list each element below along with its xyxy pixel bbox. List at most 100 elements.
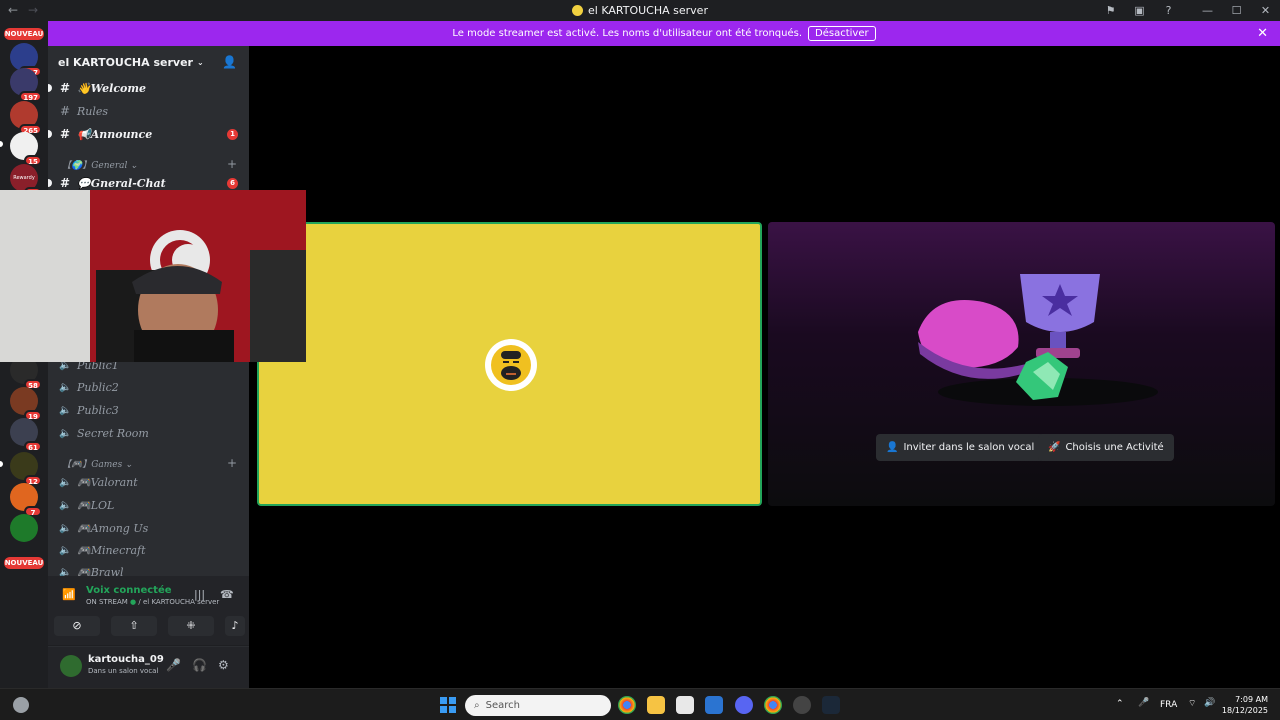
system-clock[interactable]: 7:09 AM 18/12/2025 [1222,694,1268,716]
invite-voice-button[interactable]: 👤 Inviter dans le salon vocal [876,434,1045,461]
server-icon-7[interactable]: 19 [10,387,42,421]
speaker-icon: 🔈 [59,404,72,416]
store-icon[interactable] [676,696,694,714]
disable-streamer-button[interactable]: Désactiver [808,26,876,41]
tray-chevron-up-icon[interactable]: ⌃ [1116,699,1124,709]
window-title: el KARTOUCHA server [0,4,1280,17]
title-bar-controls: ⚑ ▣ ? — ☐ ✕ [1096,0,1280,21]
server-icon-rewardy[interactable]: Rewardy5 [10,164,42,198]
voice-channel-valorant[interactable]: 🔈 🎮Valorant [48,472,249,492]
signal-icon[interactable]: 📶 [62,588,76,601]
mention-badge: 6 [227,177,238,189]
speaker-icon: 🔈 [59,476,72,488]
voice-channel-among-us[interactable]: 🔈 🎮Among Us [48,518,249,538]
server-icon-8[interactable]: 61 [10,418,42,452]
participant-avatar [485,339,537,391]
share-screen-button[interactable]: ⇧ [111,616,157,636]
windows-start-icon[interactable] [440,697,456,713]
channel-sidebar: el KARTOUCHA server ⌄ 👤 # 👋Welcome # Rul… [48,46,249,688]
webcam-feed-image [0,190,306,362]
minimize-button[interactable]: — [1193,4,1222,17]
headphones-icon[interactable]: 🎧 [192,658,207,672]
app-icon[interactable] [793,696,811,714]
chevron-down-icon: ⌄ [196,57,204,67]
speaker-icon: 🔈 [59,544,72,556]
wifi-icon[interactable]: ⌔ [1188,698,1196,709]
choose-activity-button[interactable]: 🚀 Choisis une Activité [1038,434,1174,461]
face-illustration-icon [491,345,531,385]
voice-channel-secret-room[interactable]: 🔈 Secret Room [48,423,249,443]
soundboard-button[interactable]: ♪ [225,616,245,636]
server-header[interactable]: el KARTOUCHA server ⌄ 👤 [48,46,249,78]
server-icon-3[interactable]: 265 [10,101,42,135]
voice-channel-lol[interactable]: 🔈 🎮LOL [48,495,249,515]
user-panel: kartoucha_09 Dans un salon vocal 🎤 🎧 ⚙ [48,647,249,688]
avatar[interactable] [60,655,82,677]
add-channel-icon[interactable]: + [227,157,237,171]
help-icon[interactable]: ? [1154,4,1183,17]
mention-badge: 1 [227,128,238,140]
search-icon: ⌕ [474,700,480,711]
server-icon-2[interactable]: 197 [10,68,42,102]
hash-icon: # [60,104,71,118]
close-banner-icon[interactable]: ✕ [1257,26,1268,41]
category-general[interactable]: 【🌍】General ⌄ + [62,157,237,171]
unread-indicator [48,179,52,187]
taskbar-search-input[interactable]: ⌕ Search [465,695,611,716]
hash-icon: # [60,127,71,141]
activities-button[interactable]: ⁜ [168,616,214,636]
steam-icon[interactable] [822,696,840,714]
server-icon-1[interactable]: 197 [10,43,42,77]
voice-channel-minecraft[interactable]: 🔈 🎮Minecraft [48,540,249,560]
screen-share-icon[interactable]: ▣ [1125,4,1154,17]
participant-tile[interactable] [257,222,762,506]
rocket-icon: 🚀 [1048,442,1061,453]
disconnect-icon[interactable]: ☎ [220,588,234,601]
server-icon-11[interactable] [10,514,38,542]
inbox-flag-icon[interactable]: ⚑ [1096,4,1125,17]
add-channel-icon[interactable]: + [227,456,237,470]
microphone-tray-icon[interactable]: 🎤 [1138,698,1149,708]
add-member-icon[interactable]: 👤 [222,55,237,69]
add-user-icon: 👤 [886,442,899,453]
chrome-icon[interactable] [618,696,636,714]
voice-connection-panel: 📶 Voix connectée ON STREAM ● / el KARTOU… [48,576,249,646]
noise-suppression-icon[interactable]: ||| [194,588,205,601]
server-icon-9[interactable]: 12 [10,452,42,486]
discord-icon[interactable] [735,696,753,714]
hash-icon: # [60,176,71,190]
new-badge: NOUVEAU [4,557,44,569]
widgets-icon[interactable] [13,697,29,713]
channel-welcome[interactable]: # 👋Welcome [48,78,249,98]
server-icon-4[interactable]: 15 [10,132,42,166]
chrome-profile-icon[interactable] [764,696,782,714]
settings-gear-icon[interactable]: ⚙ [218,658,229,672]
microphone-icon[interactable]: 🎤 [166,658,181,672]
webcam-overlay [0,190,306,362]
volume-icon[interactable]: 🔊 [1204,698,1215,708]
new-badge: NOUVEAU [4,28,44,40]
channel-rules[interactable]: # Rules [48,101,249,121]
activity-tile: 👤 Inviter dans le salon vocal 🚀 Choisis … [768,222,1275,506]
unread-indicator [48,130,52,138]
speaker-icon: 🔈 [59,499,72,511]
file-explorer-icon[interactable] [647,696,665,714]
windows-taskbar: ⌕ Search ⌃ 🎤 FRA ⌔ 🔊 7:09 AM 18/12/2025 [0,688,1280,720]
server-indicator [0,461,3,467]
channel-announce[interactable]: # 📢Announce 1 [48,124,249,144]
category-games[interactable]: 【🎮】Games ⌄ + [62,456,237,470]
unread-indicator [48,84,52,92]
speaker-icon: 🔈 [59,381,72,393]
server-icon [572,5,584,16]
speaker-icon: 🔈 [59,427,72,439]
server-icon-10[interactable]: 7 [10,483,42,517]
language-indicator[interactable]: FRA [1160,700,1177,710]
streamer-mode-banner: Le mode streamer est activé. Les noms d'… [48,21,1280,46]
maximize-button[interactable]: ☐ [1222,4,1251,17]
title-bar: ← → el KARTOUCHA server ⚑ ▣ ? — ☐ ✕ [0,0,1280,21]
close-window-button[interactable]: ✕ [1251,4,1280,17]
mail-icon[interactable] [705,696,723,714]
camera-off-button[interactable]: ⊘ [54,616,100,636]
voice-channel-public2[interactable]: 🔈 Public2 [48,377,249,397]
voice-channel-public3[interactable]: 🔈 Public3 [48,400,249,420]
